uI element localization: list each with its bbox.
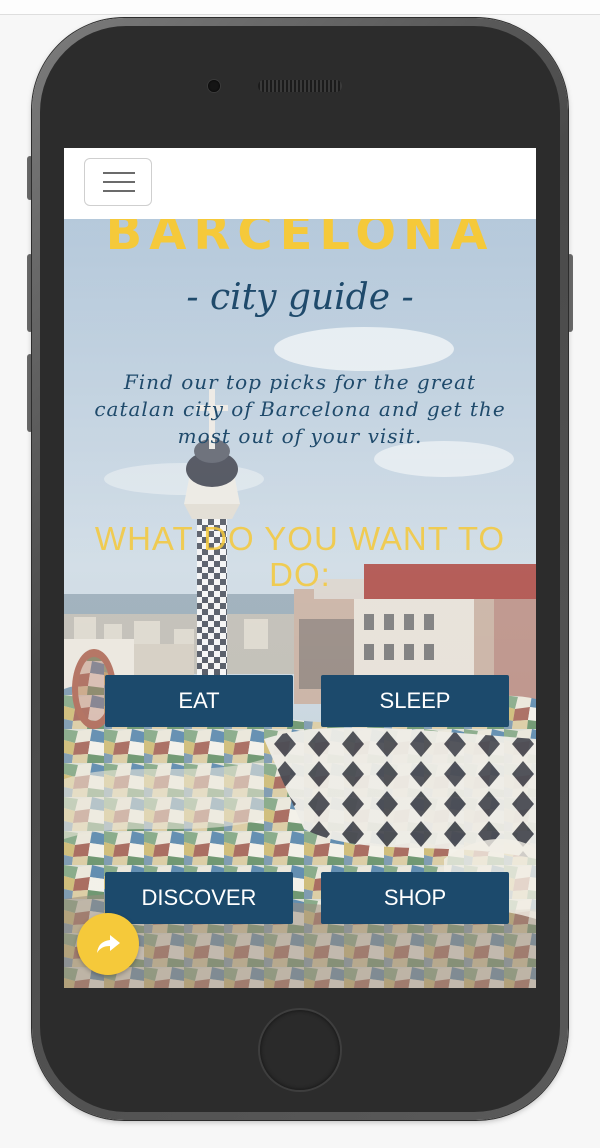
earpiece-speaker bbox=[258, 80, 342, 92]
hamburger-menu-icon[interactable] bbox=[84, 158, 152, 206]
hero-title: BARCELONA bbox=[105, 219, 495, 261]
share-button[interactable] bbox=[77, 913, 139, 975]
eat-button[interactable]: EAT bbox=[105, 675, 293, 727]
navbar bbox=[64, 148, 536, 219]
menu-bar bbox=[103, 172, 135, 174]
front-camera bbox=[208, 80, 220, 92]
phone-screen: BARCELONA - city guide - Find our top pi… bbox=[64, 148, 536, 988]
hero-section: BARCELONA - city guide - Find our top pi… bbox=[64, 219, 536, 988]
menu-bar bbox=[103, 181, 135, 183]
browser-top-edge bbox=[0, 0, 600, 15]
home-button[interactable] bbox=[260, 1010, 340, 1090]
discover-button[interactable]: DISCOVER bbox=[105, 872, 293, 924]
sleep-button[interactable]: SLEEP bbox=[321, 675, 509, 727]
menu-bar bbox=[103, 190, 135, 192]
hero-subtitle: - city guide - bbox=[186, 277, 414, 318]
shop-button[interactable]: SHOP bbox=[321, 872, 509, 924]
share-arrow-icon bbox=[97, 935, 120, 953]
hero-intro-text: Find our top picks for the great catalan… bbox=[94, 370, 506, 448]
section-question: WHAT DO YOU WANT TO DO: bbox=[94, 520, 506, 593]
